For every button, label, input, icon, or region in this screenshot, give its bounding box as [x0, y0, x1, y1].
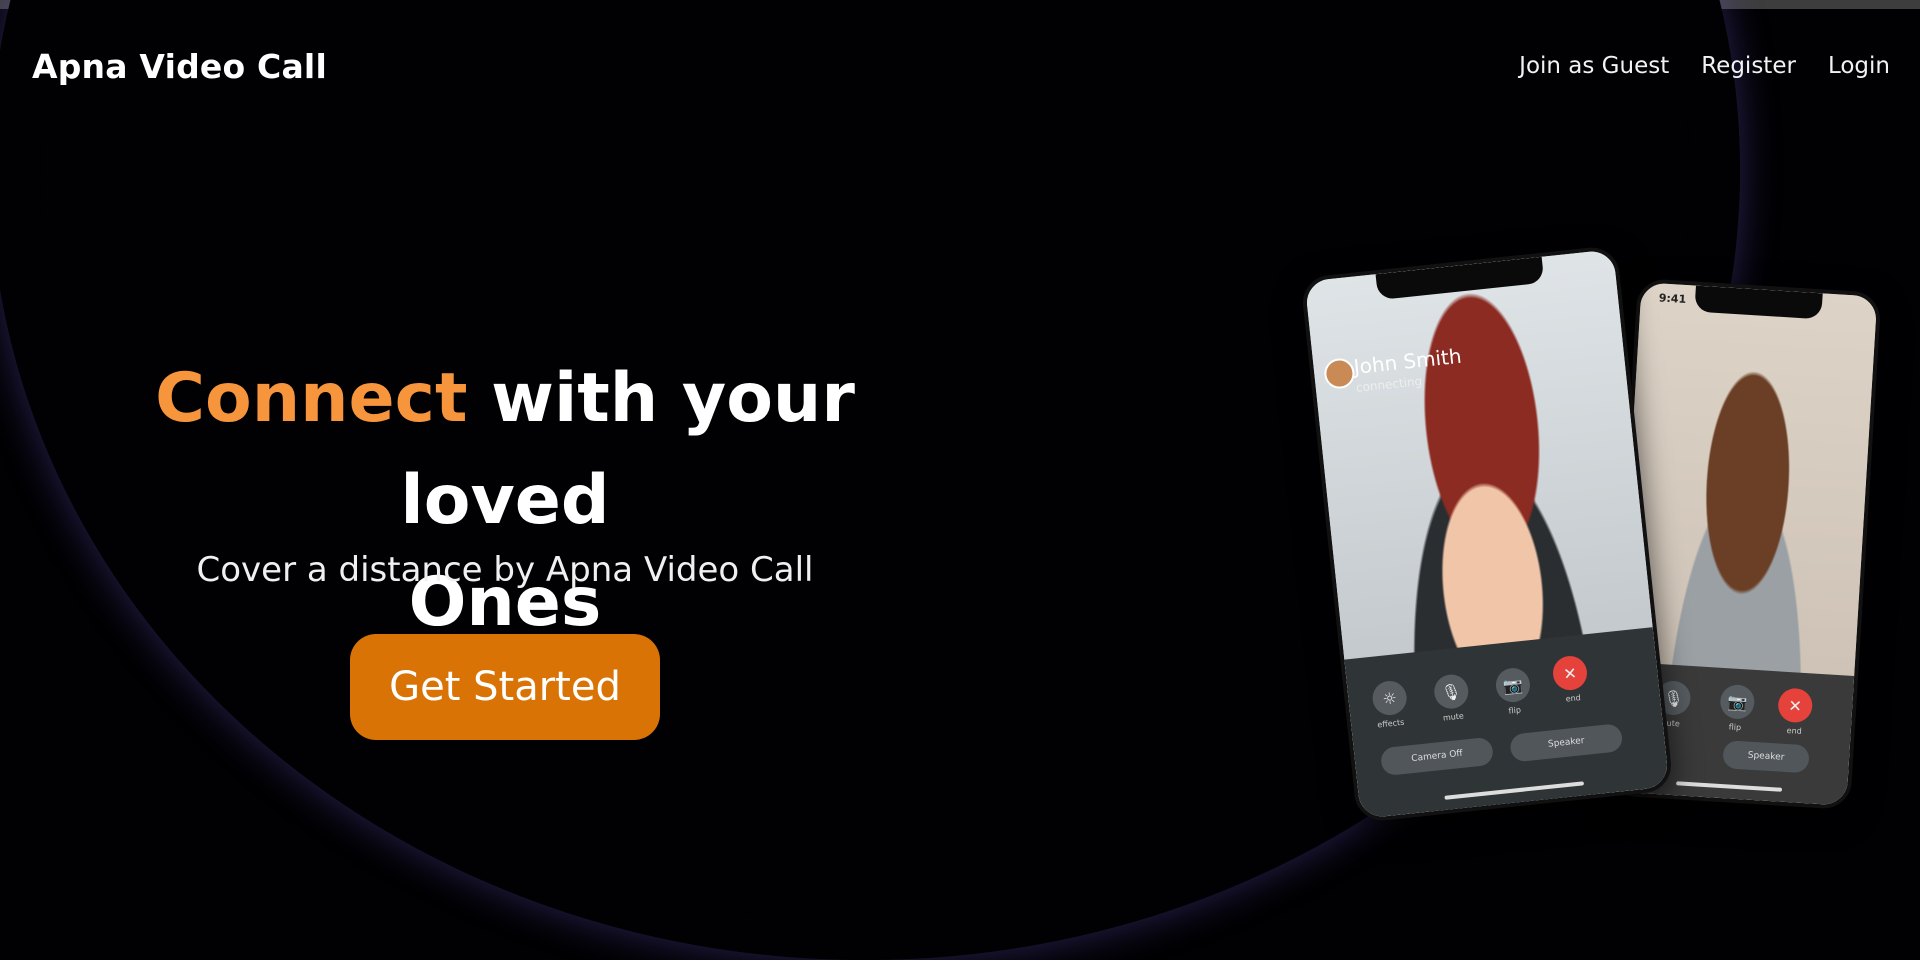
hero-title-accent: Connect: [155, 359, 468, 438]
hero-title: Connect with your loved Ones: [70, 348, 940, 654]
flip-camera-icon: 📷: [1719, 683, 1756, 720]
speaker-pill: Speaker: [1722, 740, 1810, 774]
navbar: Apna Video Call Join as Guest Register L…: [0, 9, 1920, 119]
call-controls-panel: ☼ effects 🎙 mute 📷 flip ✕ end Camera Off…: [1344, 627, 1670, 819]
nav-links: Join as Guest Register Login: [1519, 53, 1890, 79]
nav-join-as-guest-link[interactable]: Join as Guest: [1519, 53, 1669, 79]
flip-camera-icon: 📷: [1494, 666, 1532, 704]
hero-title-line1: with your loved: [400, 359, 855, 540]
camera-off-pill: Camera Off: [1379, 736, 1495, 777]
phone-status-time: 9:41: [1658, 291, 1687, 307]
flip-label: flip: [1508, 705, 1522, 716]
get-started-button[interactable]: Get Started: [350, 634, 660, 740]
phone-mockup-front: John Smith connecting ☼ effects 🎙 mute 📷…: [1300, 244, 1674, 824]
home-indicator: [1444, 781, 1584, 800]
flip-label: flip: [1728, 722, 1742, 733]
hero-subtitle: Cover a distance by Apna Video Call: [196, 550, 814, 590]
mute-label: mute: [1442, 711, 1465, 723]
effects-label: effects: [1376, 717, 1405, 730]
nav-register-link[interactable]: Register: [1701, 53, 1796, 79]
end-call-icon: ✕: [1777, 687, 1814, 724]
brand-logo-text[interactable]: Apna Video Call: [32, 47, 327, 86]
home-indicator: [1676, 781, 1783, 792]
effects-icon: ☼: [1370, 679, 1409, 717]
end-label: end: [1786, 725, 1803, 736]
mute-icon: 🎙: [1432, 672, 1470, 711]
end-call-icon: ✕: [1551, 654, 1589, 692]
speaker-pill: Speaker: [1509, 723, 1624, 763]
nav-login-link[interactable]: Login: [1828, 53, 1890, 79]
end-label: end: [1565, 693, 1582, 704]
